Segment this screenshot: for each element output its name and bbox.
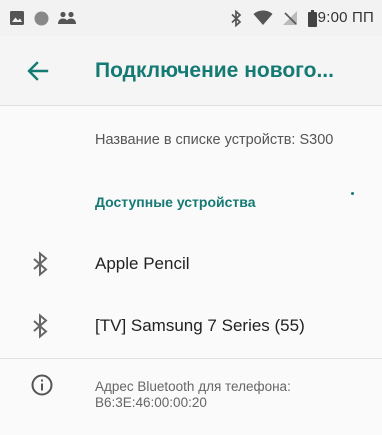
- info-text-line1: Адрес Bluetooth для телефона:: [95, 379, 291, 394]
- status-bar: 9:00 ПП: [0, 0, 382, 36]
- available-devices-header: Доступные устройства: [95, 194, 256, 210]
- device-item-label: Apple Pencil: [95, 254, 190, 273]
- app-bar: Подключение нового...: [0, 36, 382, 106]
- status-time: 9:00 ПП: [317, 9, 374, 26]
- bluetooth-address-info: Адрес Bluetooth для телефона: B6:3E:46:0…: [0, 359, 382, 435]
- wifi-icon: [252, 0, 274, 36]
- back-button[interactable]: [14, 47, 62, 95]
- no-signal-icon: [280, 0, 300, 36]
- info-icon: [30, 373, 54, 397]
- scanning-indicator: [351, 192, 354, 195]
- device-name-label: Название в списке устройств: S300: [95, 132, 334, 148]
- device-name-row[interactable]: Название в списке устройств: S300: [0, 107, 382, 173]
- circle-icon: [32, 0, 50, 36]
- bluetooth-icon: [26, 250, 54, 278]
- page-title: Подключение нового...: [95, 59, 334, 82]
- bluetooth-icon: [26, 312, 54, 340]
- battery-icon: [306, 0, 318, 36]
- bluetooth-address: B6:3E:46:00:00:20: [95, 395, 207, 410]
- image-icon: [8, 0, 26, 36]
- bluetooth-icon: [228, 0, 244, 36]
- arrow-left-icon: [27, 61, 49, 81]
- people-icon: [56, 0, 78, 36]
- device-item-apple-pencil[interactable]: Apple Pencil: [0, 233, 382, 295]
- device-item-label: [TV] Samsung 7 Series (55): [95, 316, 305, 335]
- device-item-samsung-tv[interactable]: [TV] Samsung 7 Series (55): [0, 295, 382, 357]
